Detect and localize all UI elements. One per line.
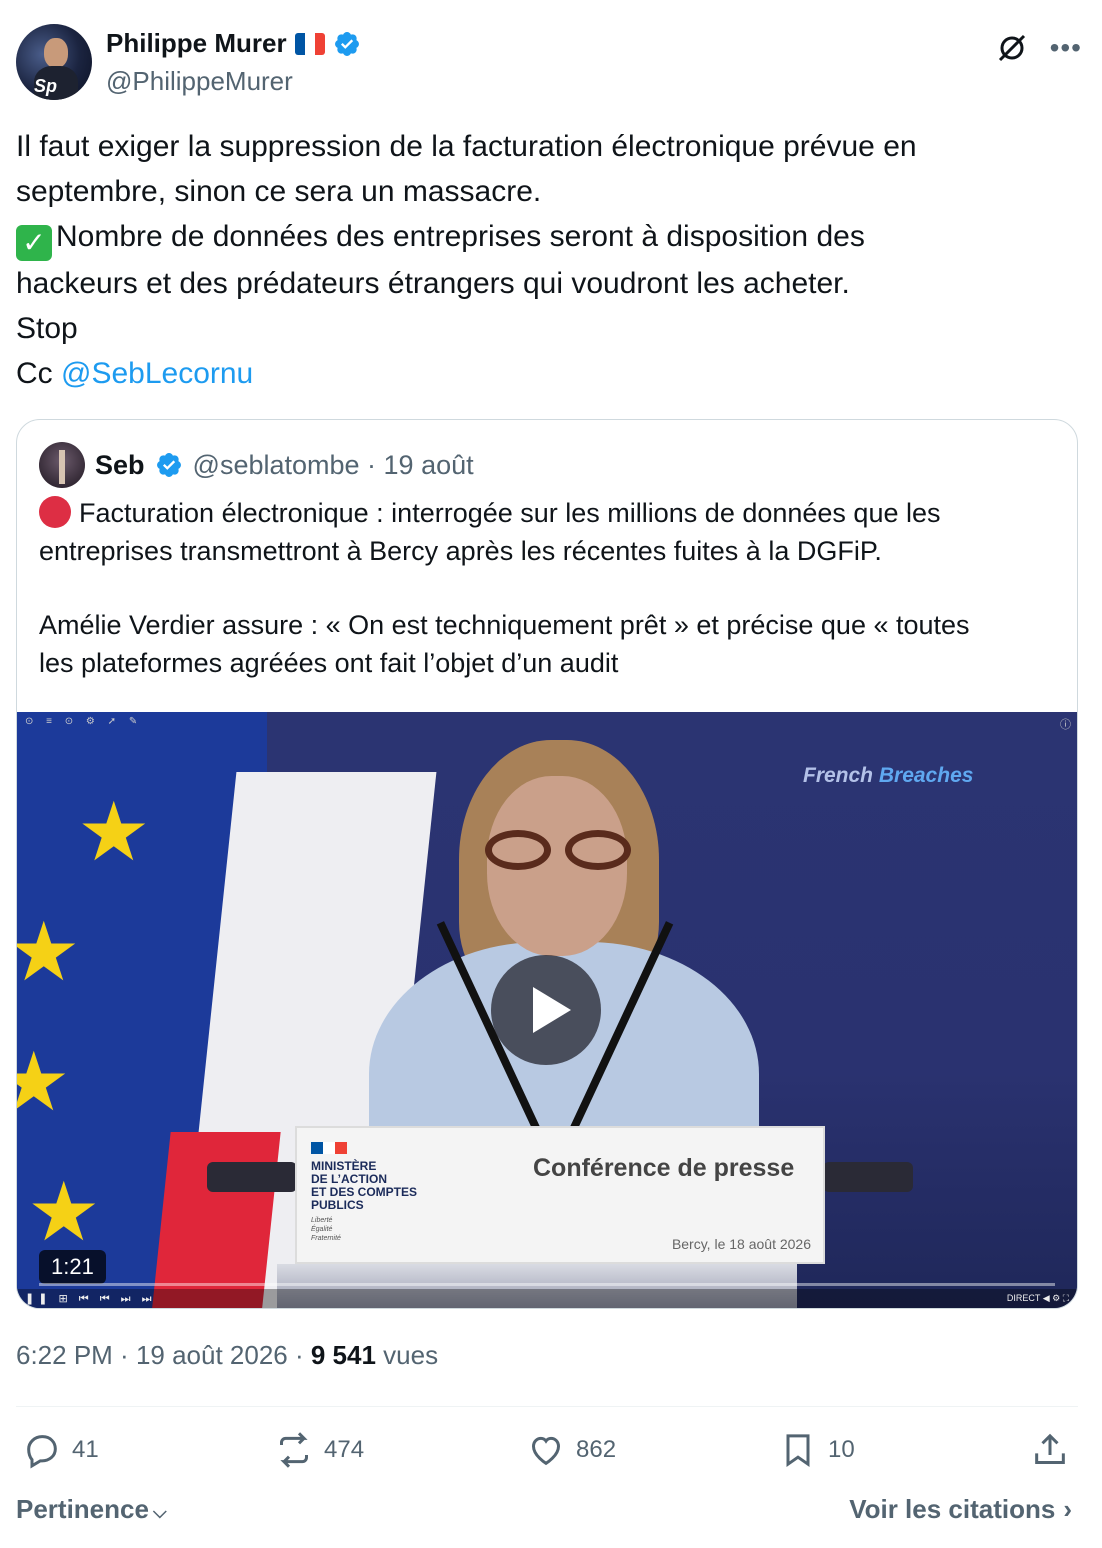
repost-icon	[280, 1432, 308, 1468]
quoted-meta: @seblatombe · 19 août	[192, 449, 474, 480]
quoted-tweet[interactable]: Seb @seblatombe · 19 août Facturation él…	[16, 419, 1078, 1309]
repost-button[interactable]: 474	[274, 1430, 364, 1470]
tweet-text: Il faut exiger la suppression de la fact…	[16, 124, 1062, 396]
bookmark-icon	[786, 1434, 810, 1468]
reply-button[interactable]: 41	[22, 1430, 99, 1470]
podium-title: Conférence de presse	[533, 1154, 795, 1182]
author-name-row[interactable]: Philippe Murer	[106, 28, 361, 59]
view-quotes-link[interactable]: Voir les citations ›	[849, 1494, 1072, 1525]
share-icon	[1035, 1433, 1065, 1464]
quoted-handle[interactable]: @seblatombe	[193, 450, 360, 480]
play-button-icon[interactable]	[491, 955, 601, 1065]
mention-link[interactable]: @SebLecornu	[61, 357, 253, 390]
france-flag-icon	[294, 32, 325, 55]
author-handle[interactable]: @PhilippeMurer	[106, 66, 293, 97]
tweet-time[interactable]: 6:22 PM	[16, 1340, 113, 1370]
tweet-date[interactable]: 19 août 2026	[136, 1340, 288, 1370]
quoted-text: Facturation électronique : interrogée su…	[39, 496, 970, 678]
reply-icon	[27, 1435, 57, 1469]
red-circle-icon	[39, 496, 71, 528]
video-progress-bar[interactable]	[39, 1283, 1055, 1286]
share-button[interactable]	[1030, 1430, 1070, 1470]
reply-count: 41	[72, 1436, 99, 1463]
tweet-line: septembre, sinon ce sera un massacre.	[16, 175, 542, 208]
verified-badge-icon	[334, 31, 359, 56]
tweet-line: Cc @SebLecornu	[16, 357, 254, 390]
like-count: 862	[576, 1436, 617, 1463]
repost-count: 474	[324, 1436, 365, 1463]
bookmark-count: 10	[828, 1436, 855, 1463]
chevron-right-icon: ›	[1063, 1494, 1072, 1524]
verified-badge-icon	[156, 453, 181, 477]
tweet-line: ✓ Nombre de données des entreprises seron…	[16, 214, 1062, 261]
grok-icon[interactable]	[994, 30, 1030, 66]
quoted-avatar[interactable]	[39, 442, 85, 488]
check-mark-icon: ✓	[16, 225, 52, 261]
playback-controls[interactable]: ❚❚ ⊞ ⏮ ⏮ ⏭ ⏭	[25, 1292, 156, 1306]
video-live-label: DIRECT ◀ ⚙ ⛶	[1006, 1293, 1069, 1303]
view-count: 9 541	[310, 1340, 376, 1370]
video-duration: 1:21	[39, 1250, 106, 1284]
tweet-header: Sp Philippe Murer @PhilippeMurer •••	[16, 22, 1082, 102]
bookmark-button[interactable]: 10	[778, 1430, 855, 1470]
podium-sign: MINISTÈRE DE L’ACTION ET DES COMPTES PUB…	[295, 1126, 825, 1264]
video-controls-bar: ❚❚ ⊞ ⏮ ⏮ ⏭ ⏭ DIRECT ◀ ⚙ ⛶	[17, 1289, 1077, 1308]
chevron-down-icon: ⌵	[152, 1502, 167, 1522]
tweet-line: hackeurs et des prédateurs étrangers qui…	[16, 267, 850, 300]
podium-date: Bercy, le 18 août 2026	[671, 1236, 811, 1252]
divider	[16, 1406, 1078, 1407]
french-breaches-watermark: French Breaches	[803, 764, 974, 787]
quoted-date[interactable]: 19 août	[384, 450, 474, 480]
author-avatar[interactable]: Sp	[16, 24, 92, 100]
tweet-line: Stop	[16, 312, 78, 345]
action-bar: 41 474 862 10	[16, 1430, 1078, 1474]
quoted-header: Seb @seblatombe · 19 août	[39, 442, 474, 488]
quoted-author-name[interactable]: Seb	[95, 450, 145, 481]
video-top-controls[interactable]: ⊙ ≡ ⊙ ⚙ ➚ ✎	[25, 716, 142, 727]
sort-dropdown[interactable]: Pertinence ⌵	[16, 1494, 167, 1525]
video-info-icon[interactable]: ⓘ	[1060, 716, 1071, 732]
heart-icon	[531, 1436, 561, 1466]
video-player[interactable]: ★ ★ ★ ★ French Breaches MINISTÈRE DE L’A…	[17, 712, 1077, 1308]
like-button[interactable]: 862	[526, 1430, 616, 1470]
tweet-line: Il faut exiger la suppression de la fact…	[16, 130, 917, 163]
more-icon[interactable]: •••	[1050, 32, 1082, 64]
author-name[interactable]: Philippe Murer	[106, 28, 287, 59]
tweet-meta: 6:22 PM · 19 août 2026 · 9 541 vues	[16, 1340, 439, 1370]
